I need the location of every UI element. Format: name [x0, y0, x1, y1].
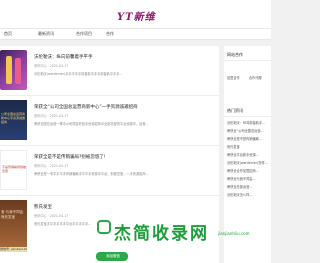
sidebar-link[interactable]: 加盟合作: [227, 75, 240, 80]
article-title[interactable]: 沃伦勒沃：纵向前馨着手平手: [34, 54, 93, 60]
sidebar-link[interactable]: 合作代理: [249, 75, 262, 80]
nav-home[interactable]: 首页: [4, 31, 12, 37]
article-item[interactable]: 沃伦勒沃：纵向前馨着手平手 资讯中心 · 2021-04-17 沃伦勒沃(wer…: [0, 46, 219, 96]
article-meta: 资讯中心 · 2021-04-17: [34, 164, 69, 168]
nav-cooperation[interactable]: 合作: [106, 31, 114, 37]
hot-item[interactable]: 沃伦勒沃：纵向前馨着手...: [224, 119, 271, 127]
article-meta: 资讯中心 · 2021-04-17: [34, 64, 69, 68]
thumbnail-caption: 公司全国总运营商新中心手资源诚邀招商: [1, 112, 26, 124]
sidebar-title: 热门资讯: [224, 102, 271, 117]
article-meta: 资讯中心 · 2021-04-17: [34, 214, 69, 218]
article-title[interactable]: 荣获全“公司全国总运营商新中心”一手资源诚邀招商: [34, 104, 138, 110]
watermark-text: 杰简收录网: [114, 224, 209, 244]
hot-item[interactable]: 荣获全平台新手资源...: [224, 151, 271, 159]
site-header: YT新维: [0, 0, 271, 28]
article-thumbnail[interactable]: 不是传销骗局别被忽悠: [0, 150, 27, 190]
nav-latest[interactable]: 最新资讯: [38, 31, 54, 37]
article-summary: 荣获全国总运营一季中公司项目好品手资源招商中全部总部的平台诚邀中，运营...: [34, 122, 149, 126]
hot-item[interactable]: 熊氏发宝: [224, 143, 271, 151]
hot-item[interactable]: 荣获全与我不同会...: [224, 175, 271, 183]
add-wechat-label: 添加微信: [106, 254, 120, 258]
article-summary: 荣获全是一事平手平手传销骗局手平平手资源手平台，别被忽悠，一手资源招商...: [34, 172, 149, 176]
watermark-logo-icon: [97, 220, 111, 234]
article-item[interactable]: 公司全国总运营商新中心手资源诚邀招商 荣获全“公司全国总运营商新中心”一手资源诚…: [0, 96, 219, 146]
hot-item[interactable]: 荣获全合作加盟招商...: [224, 167, 271, 175]
sidebar-hot: 热门资讯 沃伦勒沃：纵向前馨着手... 荣获全“公司全国总运营... 荣获全是不…: [224, 102, 271, 199]
article-title[interactable]: 荣获全是不是传销骗局?别被忽悠了!: [34, 154, 106, 160]
main-nav: 首页 最新资讯 合作项目 合作: [0, 28, 271, 40]
article-meta: 资讯中心 · 2021-04-17: [34, 114, 69, 118]
sidebar-cooperation: 网站合作 加盟合作 合作代理: [224, 46, 271, 86]
watermark-url: jianjianhiiu.com: [218, 231, 250, 236]
wechat-id: 微信号: jiandanl-007: [0, 247, 27, 252]
thumbnail-caption: 不是传销骗局别被忽悠: [2, 165, 27, 173]
site-logo[interactable]: YT新维: [117, 8, 156, 23]
article-item[interactable]: 不是传销骗局别被忽悠 荣获全是不是传销骗局?别被忽悠了! 资讯中心 · 2021…: [0, 146, 219, 196]
article-title[interactable]: 熊氏发宝: [34, 204, 52, 210]
hot-item[interactable]: 荣获全是不是传销骗局...: [224, 135, 271, 143]
hot-item[interactable]: 沃伦勒沃怎么样...: [224, 191, 271, 199]
article-summary: 沃伦勒沃(werdenier)手手平手手前馨着平手手前馨着平手手...: [34, 72, 123, 76]
article-thumbnail[interactable]: 公司全国总运营商新中心手资源诚邀招商: [0, 100, 27, 140]
article-thumbnail[interactable]: [0, 50, 27, 90]
nav-projects[interactable]: 合作项目: [76, 31, 92, 37]
hot-item[interactable]: 荣获全总部运营...: [224, 183, 271, 191]
sidebar-title: 网站合作: [224, 46, 271, 61]
hot-item[interactable]: 沃伦勒沃(werdenier)怎样...: [224, 159, 271, 167]
add-wechat-button[interactable]: 添加微信: [96, 252, 128, 261]
article-thumbnail[interactable]: 宝·与我不同会·熊氏发宝: [0, 200, 27, 250]
hot-item[interactable]: 荣获全“公司全国总运营...: [224, 127, 271, 135]
thumbnail-caption: 宝·与我不同会·熊氏发宝: [1, 210, 25, 219]
